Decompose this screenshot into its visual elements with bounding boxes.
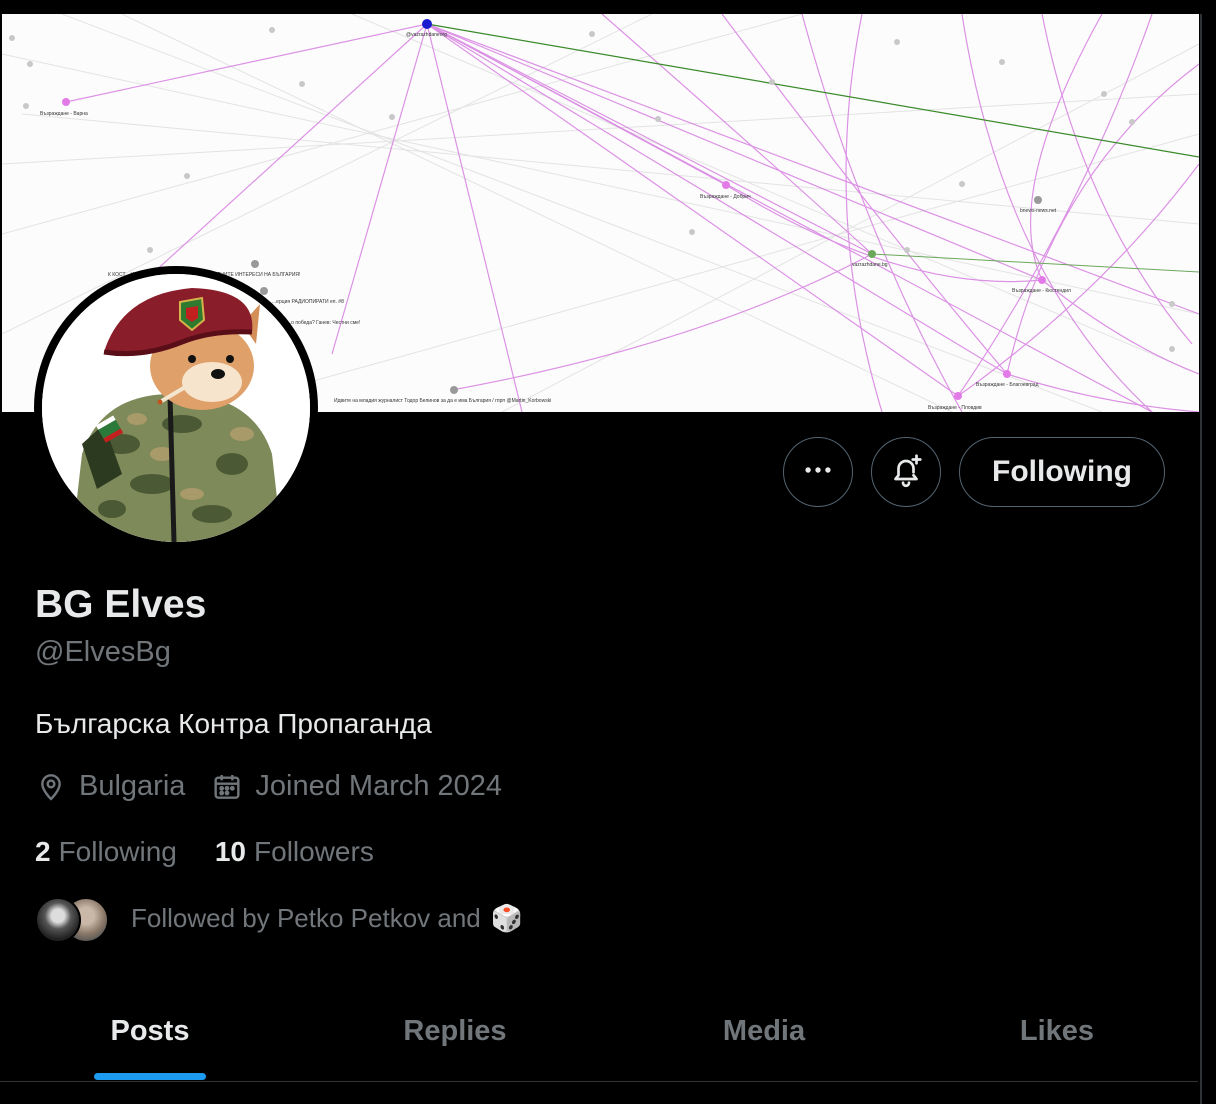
avatar-image <box>42 274 310 542</box>
tab-posts[interactable]: Posts <box>0 995 300 1081</box>
more-horizontal-icon <box>801 453 835 492</box>
graph-label: bnews-news.net <box>1020 208 1057 214</box>
follower-avatars <box>35 893 135 943</box>
graph-label: Възраждане - Пловдив <box>928 405 982 411</box>
tab-likes[interactable]: Likes <box>918 995 1196 1081</box>
followers-count: 10 <box>214 836 247 867</box>
followers-label: Followers <box>254 836 374 867</box>
active-tab-indicator <box>94 1073 206 1080</box>
profile-meta: Bulgaria Joined March 2024 <box>35 770 502 803</box>
tab-media[interactable]: Media <box>610 995 918 1081</box>
graph-label: ...ерция РАДИОПИРАТИ еп. #8 <box>272 299 344 305</box>
following-link[interactable]: 2 Following <box>35 836 177 868</box>
profile-stats: 2 Following 10 Followers <box>35 836 412 868</box>
top-bar <box>0 0 1216 14</box>
bell-plus-icon <box>888 452 924 493</box>
profile-tabs: Posts Replies Media Likes <box>0 995 1198 1082</box>
graph-label: vazrazhdane.bg <box>852 262 888 268</box>
calendar-icon <box>211 771 243 803</box>
profile-avatar[interactable] <box>34 266 318 550</box>
profile-location: Bulgaria <box>79 770 186 802</box>
graph-label: ...о победа? Ганев: Честни сме! <box>287 320 360 326</box>
following-count: 2 <box>35 836 51 867</box>
location-icon <box>35 771 67 803</box>
graph-label: Идвите на младия журналист Тодор Белинов… <box>334 398 551 404</box>
following-label: Following <box>58 836 177 867</box>
dice-emoji: 🎲 <box>490 902 524 933</box>
profile-bio: Българска Контра Пропаганда <box>35 708 432 739</box>
profile-joined: Joined March 2024 <box>255 770 503 802</box>
avatar <box>35 897 81 943</box>
profile-name: BG Elves <box>35 583 207 626</box>
followed-by-text: Followed by Petko Petkov and <box>131 902 481 933</box>
graph-label: @vazrazhdaneorg <box>406 32 447 38</box>
more-button[interactable] <box>783 437 853 507</box>
graph-label: Възраждане - Добрич <box>700 194 751 200</box>
graph-label: Възраждане - Кюстендил <box>1012 288 1071 294</box>
followers-link[interactable]: 10 Followers <box>215 836 374 868</box>
profile-handle: @ElvesBg <box>35 636 171 668</box>
profile-page: @vazrazhdaneorg Възраждане - Варна Възра… <box>0 0 1216 1104</box>
following-button[interactable]: Following <box>959 437 1165 507</box>
tab-replies[interactable]: Replies <box>300 995 610 1081</box>
graph-label: Възраждане - Варна <box>40 111 88 117</box>
graph-label: Възраждане - Благоевград <box>976 382 1039 388</box>
followed-by[interactable]: Followed by Petko Petkov and 🎲 <box>35 893 523 943</box>
notifications-button[interactable] <box>871 437 941 507</box>
